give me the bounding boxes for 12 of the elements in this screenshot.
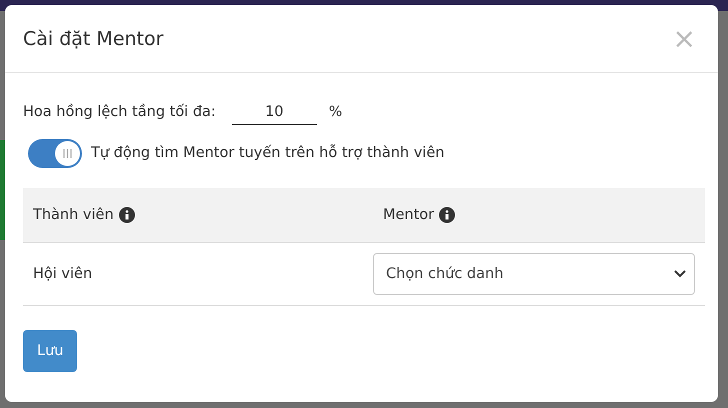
- grip-icon: [62, 148, 73, 158]
- auto-mentor-toggle[interactable]: [28, 138, 82, 168]
- chevron-down-icon: [674, 270, 686, 278]
- percent-unit: %: [328, 104, 342, 120]
- column-header: Mentor: [383, 207, 434, 223]
- commission-label: Hoa hồng lệch tầng tối đa:: [23, 104, 216, 120]
- save-button[interactable]: Lưu: [23, 330, 78, 372]
- auto-mentor-label: Tự động tìm Mentor tuyến trên hỗ trợ thành viên: [91, 145, 444, 161]
- mentor-select[interactable]: Chọn chức danh: [373, 253, 695, 295]
- dialog-title: Cài đặt Mentor: [23, 28, 164, 50]
- column-header: Thành viên: [33, 207, 114, 223]
- table-cell-text: Hội viên: [32, 266, 94, 282]
